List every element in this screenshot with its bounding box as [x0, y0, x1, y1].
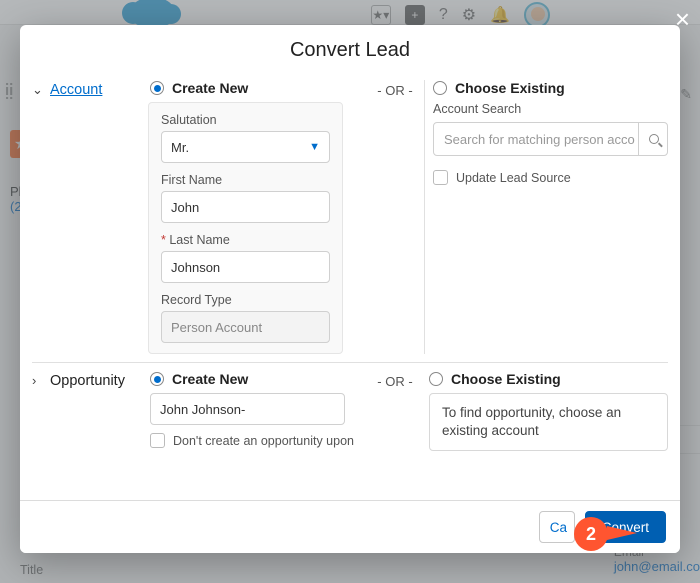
account-create-new-radio[interactable]	[150, 81, 164, 95]
account-collapse-toggle[interactable]: ⌄	[32, 80, 50, 354]
chevron-down-icon: ▼	[309, 141, 320, 153]
account-create-fields: Salutation Mr. ▼ First Name * Last Name	[148, 102, 343, 354]
last-name-label: * Last Name	[161, 233, 330, 247]
opportunity-create-new-radio[interactable]	[150, 372, 164, 386]
opportunity-section-label: Opportunity	[50, 371, 150, 451]
opportunity-choose-existing-radio[interactable]	[429, 372, 443, 386]
close-icon[interactable]: ×	[675, 4, 690, 35]
account-choose-existing-label: Choose Existing	[455, 80, 565, 96]
opportunity-create-new-label: Create New	[172, 371, 248, 387]
annotation-arrow-icon	[607, 526, 637, 540]
modal-title: Convert Lead	[20, 25, 680, 72]
dont-create-opportunity-label: Don't create an opportunity upon	[173, 434, 354, 448]
opportunity-choose-existing-label: Choose Existing	[451, 371, 561, 387]
search-icon	[649, 134, 659, 144]
opportunity-section: › Opportunity Create New Don't create an…	[32, 362, 668, 459]
account-create-new-label: Create New	[172, 80, 248, 96]
vertical-divider	[424, 80, 425, 354]
account-section: ⌄ Account Create New Salutation Mr. ▼	[32, 72, 668, 362]
last-name-input[interactable]	[161, 251, 330, 283]
or-separator-2: - OR -	[370, 371, 420, 451]
account-choose-existing-radio[interactable]	[433, 81, 447, 95]
record-type-input	[161, 311, 330, 343]
account-section-link[interactable]: Account	[50, 80, 150, 354]
opportunity-collapse-toggle[interactable]: ›	[32, 371, 50, 451]
first-name-input[interactable]	[161, 191, 330, 223]
record-type-label: Record Type	[161, 293, 330, 307]
opportunity-name-input[interactable]	[150, 393, 345, 425]
convert-lead-modal: Convert Lead ⌄ Account Create New Saluta…	[20, 25, 680, 553]
update-lead-source-label: Update Lead Source	[456, 171, 571, 185]
cancel-button[interactable]: Ca	[539, 511, 575, 543]
first-name-label: First Name	[161, 173, 330, 187]
account-search-button[interactable]	[638, 122, 668, 156]
dont-create-opportunity-checkbox[interactable]	[150, 433, 165, 448]
update-lead-source-checkbox[interactable]	[433, 170, 448, 185]
annotation-step-2: 2	[574, 517, 608, 551]
salutation-label: Salutation	[161, 113, 330, 127]
salutation-select[interactable]: Mr. ▼	[161, 131, 330, 163]
opportunity-choose-message: To find opportunity, choose an existing …	[429, 393, 668, 451]
or-separator: - OR -	[370, 80, 420, 354]
account-search-label: Account Search	[433, 102, 668, 116]
account-search-input[interactable]	[433, 122, 668, 156]
